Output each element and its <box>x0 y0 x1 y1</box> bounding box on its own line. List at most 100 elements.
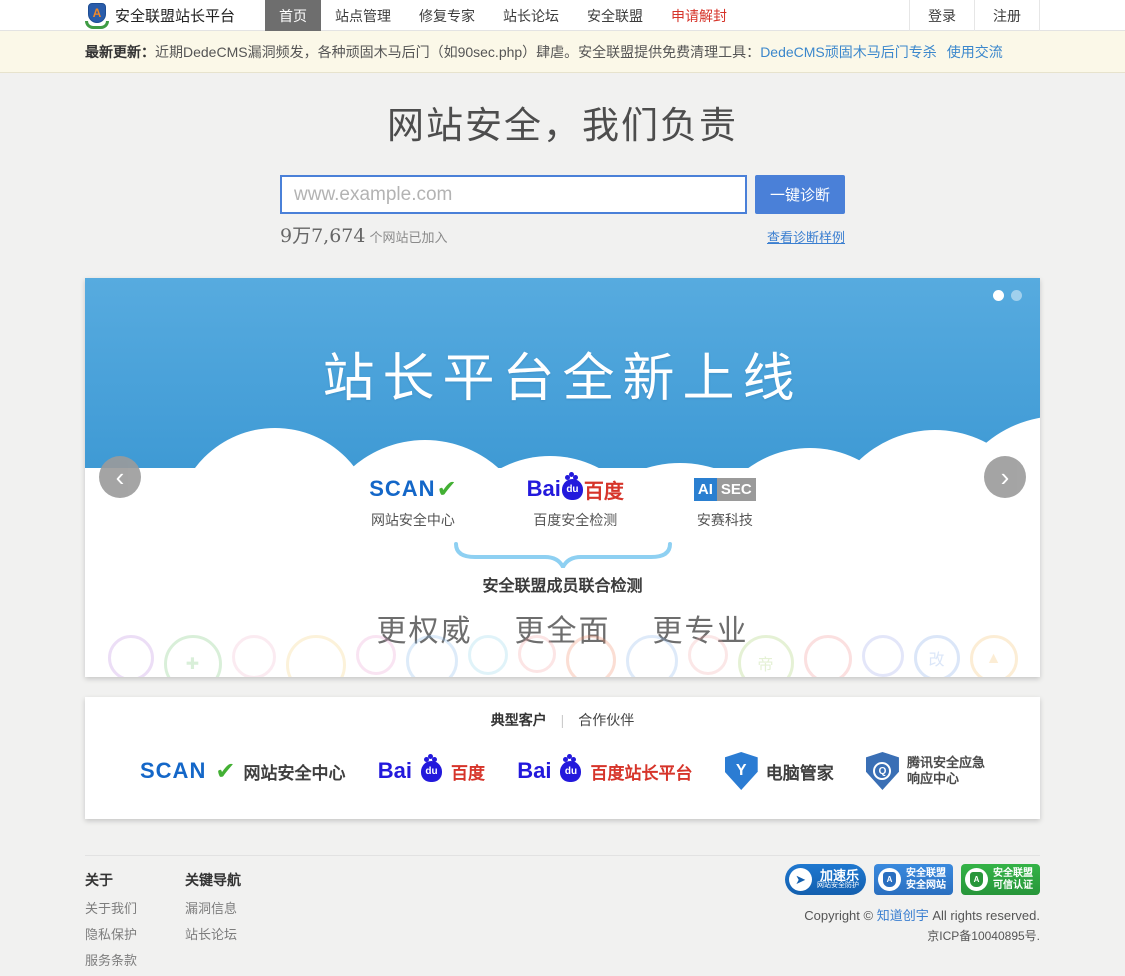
nav-item-repair-expert[interactable]: 修复专家 <box>405 0 489 31</box>
member-aisec: AISEC 安赛科技 <box>694 474 756 530</box>
decor-circle-icon <box>286 635 346 677</box>
decor-circle-icon <box>688 635 728 675</box>
tab-divider: | <box>561 712 565 728</box>
partner-logos-row: SCAN✔ 网站安全中心 Baidu 百度 Baidu 百度站长平台 Y 电脑管… <box>85 752 1040 790</box>
check-icon: ✔ <box>437 475 457 504</box>
baidu-logo: Bai du 百度 <box>527 474 624 504</box>
login-link[interactable]: 登录 <box>909 0 974 31</box>
decor-circle-icon <box>406 635 458 677</box>
jiasule-badge[interactable]: ➤ 加速乐 网站安全防护 <box>785 864 866 895</box>
brand-logo-shield-icon: A <box>85 3 109 29</box>
sample-report-link[interactable]: 查看诊断样例 <box>767 227 845 246</box>
footer-link-forum[interactable]: 站长论坛 <box>185 924 241 943</box>
check-icon: ✔ <box>215 757 235 786</box>
carousel-prev-button[interactable]: ‹ <box>99 456 141 498</box>
carousel-slide-banner: 站长平台全新上线 <box>85 278 1040 468</box>
partner-baidu-zhanzhang[interactable]: Baidu 百度站长平台 <box>517 758 692 784</box>
shield-emblem-icon: A <box>965 868 988 891</box>
footer-link-about-us[interactable]: 关于我们 <box>85 898 137 917</box>
baidu-paw-icon: du <box>562 479 583 500</box>
member-caption: 安赛科技 <box>694 510 756 530</box>
footer: 关于 关于我们 隐私保护 服务条款 关键导航 漏洞信息 站长论坛 ➤ 加速乐 网… <box>85 855 1040 870</box>
notice-chat-link[interactable]: 使用交流 <box>947 44 1003 60</box>
decor-circle-icon: 帝 <box>738 635 794 677</box>
nav-item-webmaster-forum[interactable]: 站长论坛 <box>489 0 573 31</box>
carousel-dot-1[interactable] <box>993 290 1004 301</box>
register-link[interactable]: 注册 <box>974 0 1040 31</box>
joined-sites-number: 9万7,674 <box>280 225 365 247</box>
notice-bar: 最新更新：近期DedeCMS漏洞频发，各种顽固木马后门（如90sec.php）肆… <box>0 31 1125 73</box>
notice-text: 近期DedeCMS漏洞频发，各种顽固木马后门（如90sec.php）肆虐。安全联… <box>155 44 760 60</box>
partner-scanv[interactable]: SCAN✔ 网站安全中心 <box>140 757 345 786</box>
alliance-members: SCAN ✔ 网站安全中心 Bai du 百度 百度安全检测 AISEC 安赛科… <box>85 474 1040 530</box>
decor-circle-icon <box>232 635 276 677</box>
notice-label: 最新更新： <box>85 44 155 60</box>
carousel-dots <box>993 290 1022 301</box>
carousel: 站长平台全新上线 SCAN ✔ 网站安全中心 Bai du 百度 百度安全检测 … <box>85 278 1040 677</box>
trusted-cert-badge[interactable]: A 安全联盟 可信认证 <box>961 864 1040 895</box>
decor-circle-icon: ✚ <box>164 635 222 677</box>
decor-circle-icon <box>468 635 508 675</box>
tencent-shield-icon: Q <box>866 752 899 790</box>
footer-nav-column: 关键导航 漏洞信息 站长论坛 <box>185 870 241 950</box>
partner-pc-manager[interactable]: Y 电脑管家 <box>725 752 834 790</box>
notice-tool-link[interactable]: DedeCMS顽固木马后门专杀 <box>760 44 937 60</box>
decor-circle-icon <box>518 635 556 673</box>
carousel-next-button[interactable]: › <box>984 456 1026 498</box>
partner-tabs: 典型客户 | 合作伙伴 <box>85 710 1040 730</box>
scanv-logo: SCAN ✔ <box>369 474 456 504</box>
nav-item-unblock-request[interactable]: 申请解封 <box>657 0 741 31</box>
diagnose-button[interactable]: 一键诊断 <box>755 175 845 214</box>
partner-baidu[interactable]: Baidu 百度 <box>378 758 485 784</box>
footer-about-column: 关于 关于我们 隐私保护 服务条款 <box>85 870 137 976</box>
brace-icon <box>85 542 1040 568</box>
shield-emblem-icon: A <box>878 868 901 891</box>
copyright: Copyright © 知道创宇 All rights reserved. <box>785 905 1040 924</box>
banner-headline: 站长平台全新上线 <box>85 336 1040 411</box>
site-url-input[interactable] <box>280 175 747 214</box>
joint-detection-caption: 安全联盟成员联合检测 <box>85 572 1040 596</box>
footer-link-terms[interactable]: 服务条款 <box>85 950 137 969</box>
decor-circle-icon <box>626 635 678 677</box>
nav-item-site-manage[interactable]: 站点管理 <box>321 0 405 31</box>
rocket-icon: ➤ <box>789 868 812 891</box>
decor-circle-icon <box>862 635 904 677</box>
member-scanv: SCAN ✔ 网站安全中心 <box>369 474 456 530</box>
tencent-src-label: 腾讯安全应急 响应中心 <box>907 755 985 788</box>
footer-column-title: 关于 <box>85 870 137 890</box>
partners-section: 典型客户 | 合作伙伴 SCAN✔ 网站安全中心 Baidu 百度 Baidu … <box>85 697 1040 819</box>
footer-column-title: 关键导航 <box>185 870 241 890</box>
baidu-paw-icon: du <box>421 761 442 782</box>
decor-circle-icon: 改 <box>914 635 960 677</box>
member-caption: 网站安全中心 <box>369 510 456 530</box>
joined-sites-stat: 9万7,674个网站已加入 <box>280 221 448 248</box>
cert-badges: ➤ 加速乐 网站安全防护 A 安全联盟 安全网站 A <box>785 864 1040 895</box>
pc-manager-shield-icon: Y <box>725 752 758 790</box>
baidu-paw-icon: du <box>560 761 581 782</box>
decor-circle-icon <box>108 635 154 677</box>
secure-site-badge[interactable]: A 安全联盟 安全网站 <box>874 864 953 895</box>
carousel-icon-strip: ✚ 帝 改▲ <box>85 631 1040 677</box>
footer-link-privacy[interactable]: 隐私保护 <box>85 924 137 943</box>
member-caption: 百度安全检测 <box>527 510 624 530</box>
top-navbar: A 安全联盟站长平台 首页 站点管理 修复专家 站长论坛 安全联盟 申请解封 登… <box>0 0 1125 31</box>
member-baidu: Bai du 百度 百度安全检测 <box>527 474 624 530</box>
nav-item-security-alliance[interactable]: 安全联盟 <box>573 0 657 31</box>
icp-number: 京ICP备10040895号. <box>785 927 1040 944</box>
partner-tencent-src[interactable]: Q 腾讯安全应急 响应中心 <box>866 752 985 790</box>
decor-circle-icon: ▲ <box>970 635 1018 677</box>
tab-typical-customers[interactable]: 典型客户 <box>491 712 547 728</box>
nav-item-home[interactable]: 首页 <box>265 0 321 31</box>
carousel-dot-2[interactable] <box>1011 290 1022 301</box>
main-menu: 首页 站点管理 修复专家 站长论坛 安全联盟 申请解封 <box>265 0 741 31</box>
brand[interactable]: A 安全联盟站长平台 <box>85 0 235 31</box>
hero-section: 网站安全，我们负责 一键诊断 9万7,674个网站已加入 查看诊断样例 <box>0 73 1125 248</box>
tab-cooperation-partners[interactable]: 合作伙伴 <box>578 712 634 728</box>
footer-link-vuln-info[interactable]: 漏洞信息 <box>185 898 241 917</box>
brand-name: 安全联盟站长平台 <box>115 5 235 26</box>
page-title: 网站安全，我们负责 <box>0 95 1125 149</box>
decor-circle-icon <box>356 635 396 675</box>
zhidaochuangyu-link[interactable]: 知道创宇 <box>877 908 929 923</box>
aisec-logo: AISEC <box>694 474 756 504</box>
decor-circle-icon <box>804 635 852 677</box>
